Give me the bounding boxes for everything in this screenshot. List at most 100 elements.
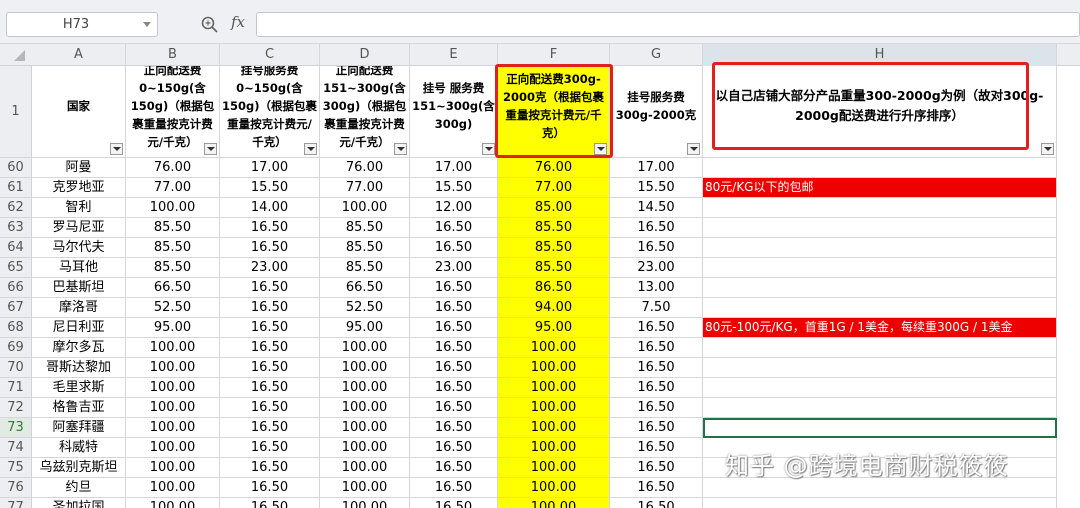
- column-header-e[interactable]: E: [410, 44, 498, 66]
- cell-country[interactable]: 科威特: [32, 438, 126, 458]
- cell-dist-300-2000[interactable]: 100.00: [498, 458, 610, 478]
- cell-reg-300-2000[interactable]: 23.00: [610, 258, 703, 278]
- cell-reg-0-150[interactable]: 16.50: [220, 478, 320, 498]
- cell-reg-0-150[interactable]: 23.00: [220, 258, 320, 278]
- row-number[interactable]: 1: [0, 66, 32, 158]
- cell-dist-300-2000[interactable]: 100.00: [498, 498, 610, 508]
- cell-country[interactable]: 圣加拉国: [32, 498, 126, 508]
- cell-reg-300-2000[interactable]: 16.50: [610, 338, 703, 358]
- cell-country[interactable]: 哥斯达黎加: [32, 358, 126, 378]
- row-number[interactable]: 72: [0, 398, 32, 418]
- cell-reg-0-150[interactable]: 16.50: [220, 378, 320, 398]
- cell-note[interactable]: [703, 398, 1057, 418]
- cell-reg-151-300[interactable]: 23.00: [410, 258, 498, 278]
- name-box[interactable]: H73: [6, 12, 158, 37]
- cell-reg-151-300[interactable]: 16.50: [410, 478, 498, 498]
- cell-reg-151-300[interactable]: 16.50: [410, 358, 498, 378]
- cell-reg-300-2000[interactable]: 16.50: [610, 498, 703, 508]
- cell-reg-300-2000[interactable]: 17.00: [610, 158, 703, 178]
- cell-reg-151-300[interactable]: 16.50: [410, 378, 498, 398]
- filter-dropdown-icon[interactable]: [110, 143, 123, 155]
- cell-dist-0-150[interactable]: 77.00: [126, 178, 220, 198]
- cell-dist-151-300[interactable]: 100.00: [320, 398, 410, 418]
- column-header-a[interactable]: A: [32, 44, 126, 66]
- cell-note[interactable]: 80元-100元/KG，首重1G / 1美金，每续重300G / 1美金: [703, 318, 1057, 338]
- cell-dist-0-150[interactable]: 95.00: [126, 318, 220, 338]
- row-number[interactable]: 68: [0, 318, 32, 338]
- cell-country[interactable]: 马尔代夫: [32, 238, 126, 258]
- cell-reg-151-300[interactable]: 16.50: [410, 278, 498, 298]
- cell-reg-300-2000[interactable]: 7.50: [610, 298, 703, 318]
- cell-reg-300-2000[interactable]: 16.50: [610, 318, 703, 338]
- cell-dist-300-2000[interactable]: 76.00: [498, 158, 610, 178]
- cell-reg-0-150[interactable]: 16.50: [220, 318, 320, 338]
- filter-dropdown-icon[interactable]: [687, 143, 700, 155]
- cell-dist-0-150[interactable]: 100.00: [126, 478, 220, 498]
- cell-country[interactable]: 格鲁吉亚: [32, 398, 126, 418]
- cell-dist-0-150[interactable]: 100.00: [126, 458, 220, 478]
- cell-reg-0-150[interactable]: 16.50: [220, 338, 320, 358]
- cell-country[interactable]: 智利: [32, 198, 126, 218]
- cell-dist-151-300[interactable]: 100.00: [320, 418, 410, 438]
- filter-dropdown-icon[interactable]: [482, 143, 495, 155]
- cell-dist-0-150[interactable]: 100.00: [126, 198, 220, 218]
- cell-dist-151-300[interactable]: 100.00: [320, 338, 410, 358]
- cell-dist-300-2000[interactable]: 85.50: [498, 258, 610, 278]
- cell-note[interactable]: [703, 158, 1057, 178]
- row-number[interactable]: 77: [0, 498, 32, 508]
- cell-note[interactable]: [703, 298, 1057, 318]
- column-header-g[interactable]: G: [610, 44, 703, 66]
- cell-dist-151-300[interactable]: 100.00: [320, 438, 410, 458]
- cell-note[interactable]: [703, 358, 1057, 378]
- cell-note[interactable]: 80元/KG以下的包邮: [703, 178, 1057, 198]
- cell-note[interactable]: [703, 198, 1057, 218]
- row-number[interactable]: 73: [0, 418, 32, 438]
- cell-reg-300-2000[interactable]: 16.50: [610, 398, 703, 418]
- cell-reg-0-150[interactable]: 16.50: [220, 438, 320, 458]
- cell-dist-300-2000[interactable]: 85.50: [498, 218, 610, 238]
- cell-reg-300-2000[interactable]: 16.50: [610, 438, 703, 458]
- cell-country[interactable]: 阿曼: [32, 158, 126, 178]
- cell-country[interactable]: 马耳他: [32, 258, 126, 278]
- cell-country[interactable]: 罗马尼亚: [32, 218, 126, 238]
- row-number[interactable]: 74: [0, 438, 32, 458]
- cell-country[interactable]: 毛里求斯: [32, 378, 126, 398]
- cell-reg-151-300[interactable]: 16.50: [410, 238, 498, 258]
- filter-dropdown-icon[interactable]: [1041, 143, 1054, 155]
- cell-reg-300-2000[interactable]: 16.50: [610, 418, 703, 438]
- cell-dist-0-150[interactable]: 66.50: [126, 278, 220, 298]
- cell-reg-151-300[interactable]: 16.50: [410, 318, 498, 338]
- cell-reg-0-150[interactable]: 16.50: [220, 218, 320, 238]
- cell-dist-300-2000[interactable]: 100.00: [498, 398, 610, 418]
- header-reg-151-300[interactable]: 挂号 服务费 151~300g(含300g): [410, 66, 498, 158]
- cell-dist-151-300[interactable]: 100.00: [320, 358, 410, 378]
- cell-dist-0-150[interactable]: 100.00: [126, 338, 220, 358]
- cell-dist-300-2000[interactable]: 100.00: [498, 378, 610, 398]
- row-number[interactable]: 75: [0, 458, 32, 478]
- cell-reg-300-2000[interactable]: 14.50: [610, 198, 703, 218]
- column-header-d[interactable]: D: [320, 44, 410, 66]
- row-number[interactable]: 66: [0, 278, 32, 298]
- cell-dist-300-2000[interactable]: 100.00: [498, 478, 610, 498]
- cell-reg-300-2000[interactable]: 16.50: [610, 238, 703, 258]
- row-number[interactable]: 62: [0, 198, 32, 218]
- cell-dist-0-150[interactable]: 100.00: [126, 398, 220, 418]
- cell-reg-0-150[interactable]: 16.50: [220, 238, 320, 258]
- cell-dist-151-300[interactable]: 85.50: [320, 218, 410, 238]
- cell-reg-151-300[interactable]: 17.00: [410, 158, 498, 178]
- cell-dist-300-2000[interactable]: 95.00: [498, 318, 610, 338]
- cell-reg-0-150[interactable]: 16.50: [220, 498, 320, 508]
- filter-dropdown-icon[interactable]: [304, 143, 317, 155]
- cell-dist-0-150[interactable]: 52.50: [126, 298, 220, 318]
- cell-reg-151-300[interactable]: 16.50: [410, 438, 498, 458]
- cell-dist-300-2000[interactable]: 94.00: [498, 298, 610, 318]
- cell-dist-0-150[interactable]: 85.50: [126, 258, 220, 278]
- cell-note[interactable]: [703, 378, 1057, 398]
- cell-reg-151-300[interactable]: 16.50: [410, 398, 498, 418]
- cell-reg-0-150[interactable]: 15.50: [220, 178, 320, 198]
- cell-reg-151-300[interactable]: 16.50: [410, 298, 498, 318]
- cell-dist-300-2000[interactable]: 85.50: [498, 238, 610, 258]
- cell-reg-0-150[interactable]: 17.00: [220, 158, 320, 178]
- header-reg-0-150[interactable]: 挂号服务费 0~150g(含150g)（根据包裹重量按克计费元/千克）: [220, 66, 320, 158]
- cell-country[interactable]: 约旦: [32, 478, 126, 498]
